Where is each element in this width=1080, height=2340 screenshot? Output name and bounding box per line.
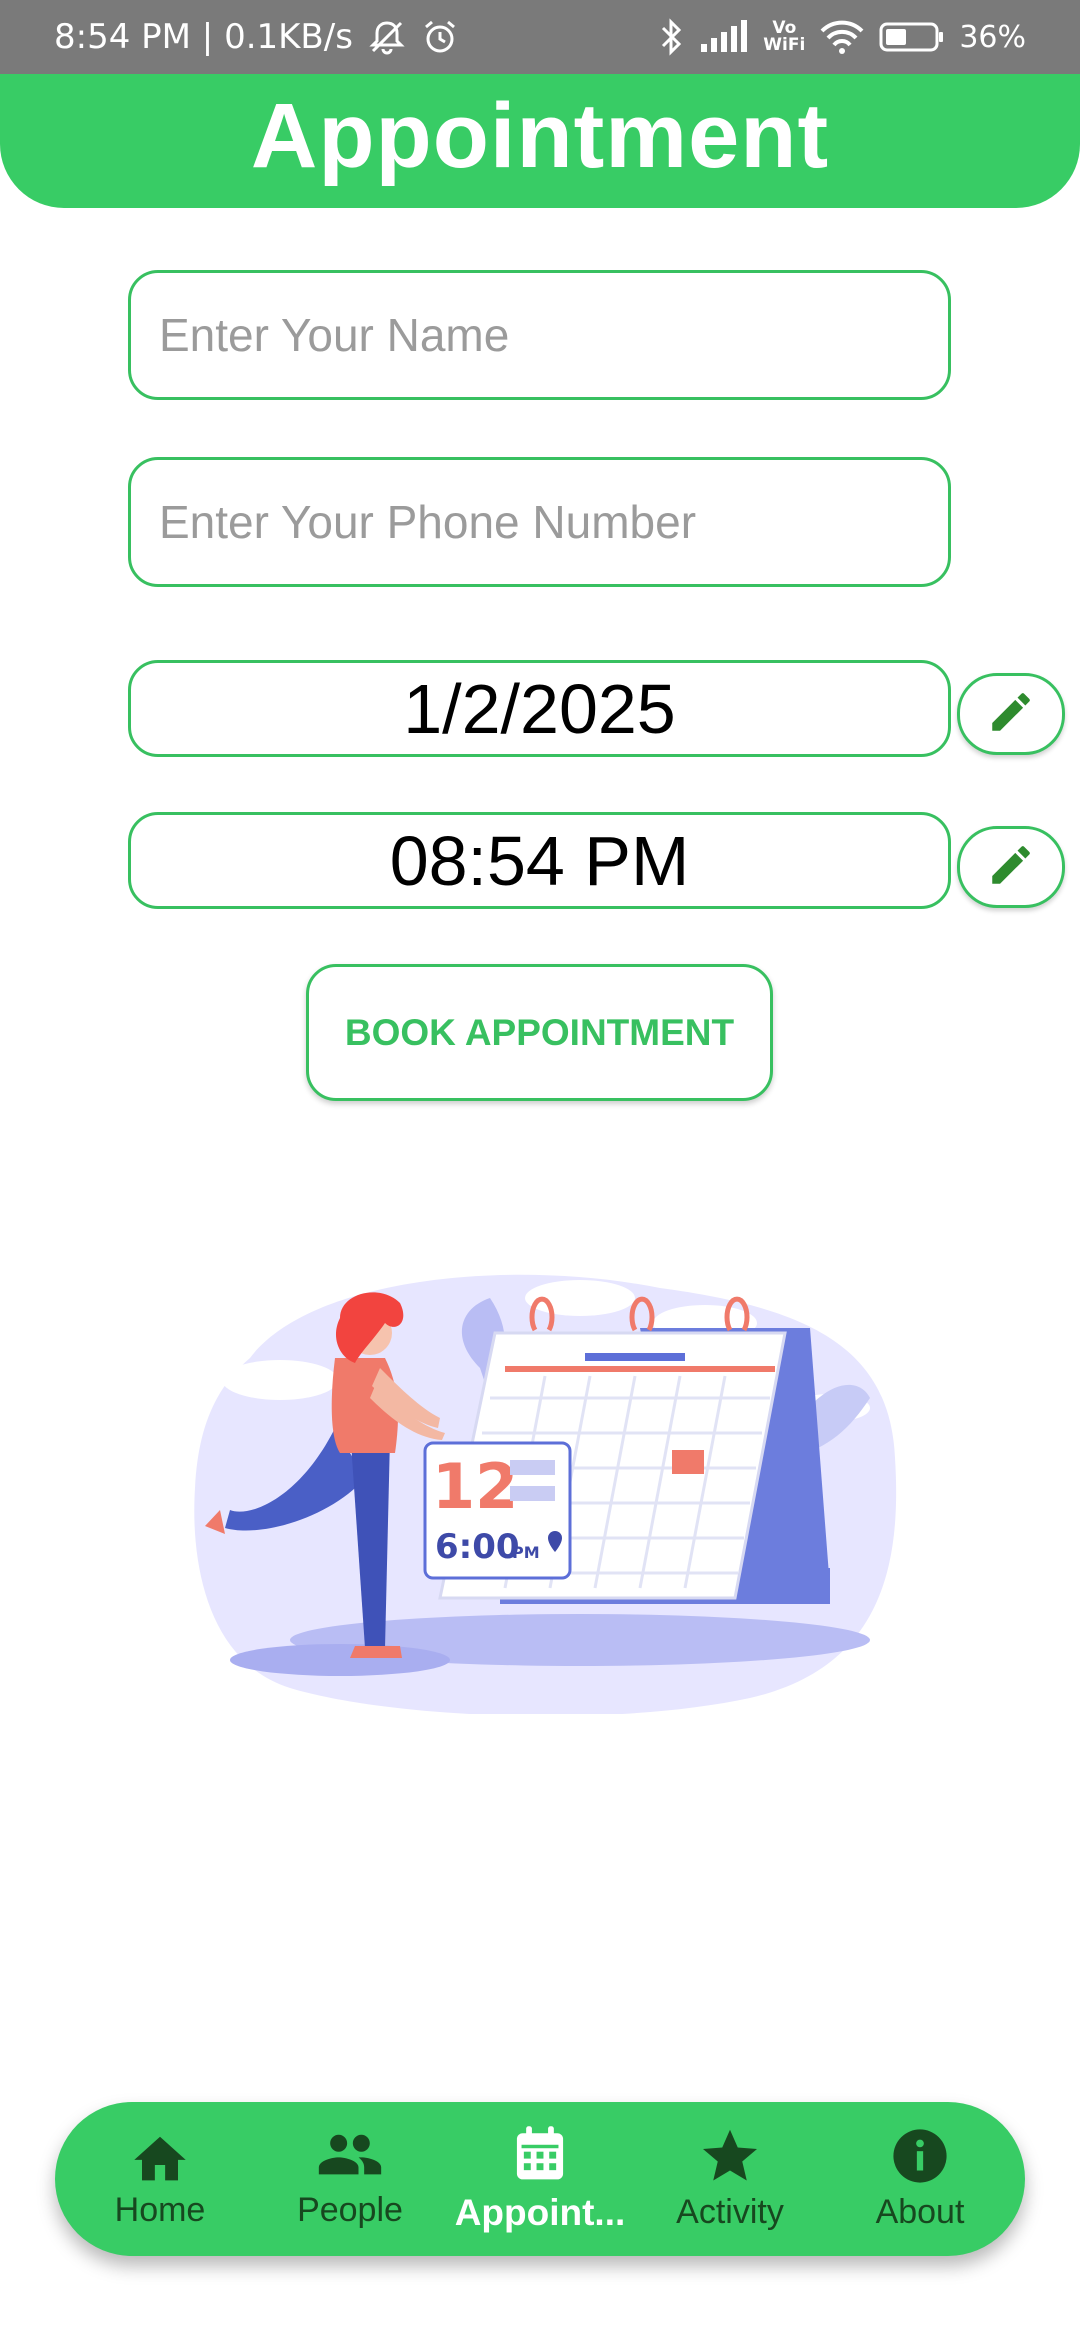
pencil-icon (986, 687, 1036, 742)
date-value: 1/2/2025 (403, 669, 676, 748)
people-icon (316, 2129, 384, 2183)
calendar-icon (512, 2124, 568, 2184)
book-appointment-label: BOOK APPOINTMENT (344, 1011, 735, 1053)
status-time-speed: 8:54 PM | 0.1KB/s (54, 17, 353, 57)
nav-activity-label: Activity (676, 2192, 784, 2231)
bottom-navigation: Home People Appoint... Activity About (55, 2102, 1025, 2256)
pencil-icon (986, 840, 1036, 895)
app-header: Appointment (0, 74, 1080, 208)
volte-wifi-icon: Vo WiFi (763, 18, 806, 55)
alarm-icon (421, 19, 459, 55)
phone-field[interactable] (128, 457, 951, 587)
edit-date-button[interactable] (957, 673, 1065, 755)
nav-people-label: People (297, 2190, 403, 2229)
phone-input[interactable] (159, 495, 920, 549)
time-value: 08:54 PM (389, 821, 690, 900)
calendar-ampm-text: PM (512, 1543, 540, 1562)
book-appointment-button[interactable]: BOOK APPOINTMENT (306, 964, 773, 1101)
battery-icon (879, 21, 945, 53)
signal-icon (699, 20, 749, 54)
name-field[interactable] (128, 270, 951, 400)
mute-bell-icon (367, 19, 407, 55)
battery-percent: 36% (959, 19, 1026, 55)
nav-people[interactable]: People (260, 2129, 440, 2230)
status-bar: 8:54 PM | 0.1KB/s Vo WiFi 36% (0, 0, 1080, 74)
star-icon (700, 2127, 760, 2185)
edit-time-button[interactable] (957, 826, 1065, 908)
nav-appointment[interactable]: Appoint... (450, 2124, 630, 2234)
date-display: 1/2/2025 (128, 660, 951, 757)
nav-about-label: About (875, 2192, 965, 2231)
info-icon (891, 2127, 949, 2185)
calendar-time-text: 6:00 (435, 1527, 520, 1567)
nav-about[interactable]: About (830, 2127, 1010, 2232)
nav-activity[interactable]: Activity (640, 2127, 820, 2232)
calendar-day-number: 12 (432, 1450, 518, 1523)
page-title: Appointment (250, 85, 830, 187)
name-input[interactable] (159, 308, 920, 362)
calendar-illustration: 12 6:00 PM (194, 1274, 897, 1714)
nav-home-label: Home (114, 2190, 206, 2229)
bluetooth-icon (657, 18, 685, 56)
nav-appointment-label: Appoint... (454, 2192, 626, 2233)
wifi-icon (819, 19, 865, 55)
nav-home[interactable]: Home (70, 2129, 250, 2230)
home-icon (129, 2129, 191, 2183)
time-display: 08:54 PM (128, 812, 951, 909)
